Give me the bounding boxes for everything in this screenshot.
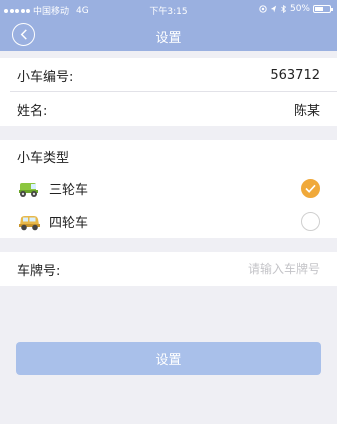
name-row: 姓名: 陈某	[0, 92, 337, 126]
option-tricycle-label: 三轮车	[49, 183, 89, 198]
cart-number-row: 小车编号: 563712	[0, 58, 337, 92]
option-tricycle[interactable]: 三轮车	[0, 172, 337, 205]
four-wheeler-icon	[19, 215, 40, 230]
cart-type-header: 小车类型	[0, 140, 337, 172]
battery-level	[315, 7, 323, 11]
nav-bar: 设置	[0, 18, 337, 51]
tricycle-radio[interactable]	[301, 179, 320, 198]
option-four-wheeler[interactable]: 四轮车	[0, 205, 337, 238]
status-right: 50%	[259, 4, 333, 14]
option-four-wheeler-label: 四轮车	[49, 216, 89, 231]
name-value: 陈某	[293, 103, 320, 119]
plate-label: 车牌号:	[17, 263, 61, 279]
cart-type-title: 小车类型	[17, 150, 70, 166]
orientation-lock-icon	[259, 5, 267, 13]
tricycle-icon	[19, 182, 38, 197]
plate-input[interactable]	[170, 262, 320, 276]
location-icon	[270, 5, 277, 13]
name-label: 姓名:	[17, 103, 48, 119]
submit-button[interactable]: 设置	[16, 342, 321, 375]
checkmark-icon	[305, 184, 316, 193]
battery-percent: 50%	[289, 4, 310, 14]
page-title: 设置	[155, 31, 182, 46]
plate-row: 车牌号:	[0, 252, 337, 286]
four-wheeler-radio[interactable]	[301, 212, 320, 231]
status-bar: 中国移动 4G 下午3:15 50%	[0, 0, 337, 18]
cart-number-value: 563712	[270, 67, 320, 83]
cart-number-label: 小车编号:	[17, 69, 74, 85]
bluetooth-icon	[281, 5, 287, 13]
battery-icon	[313, 5, 333, 13]
